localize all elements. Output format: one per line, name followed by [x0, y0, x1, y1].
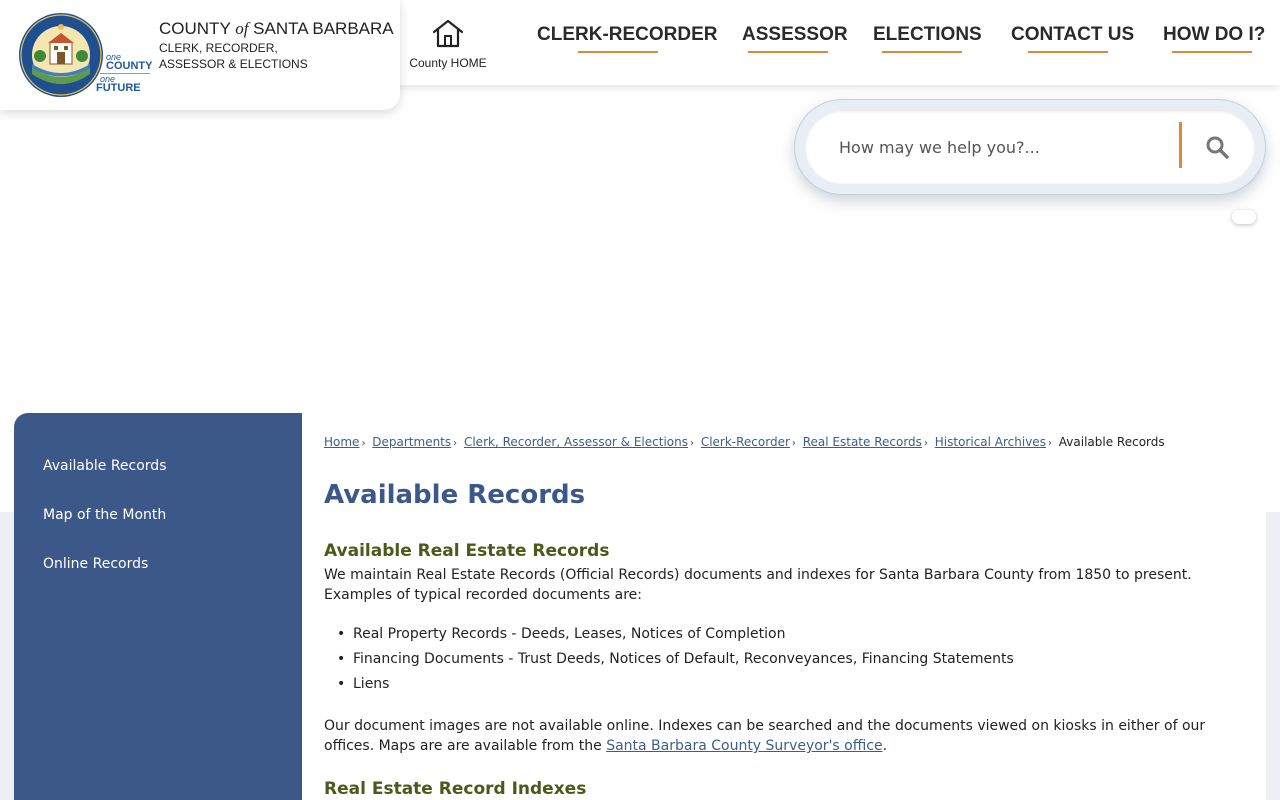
sidebar-item-available-records[interactable]: Available Records [43, 458, 166, 474]
nav-label: HOW DO I? [1163, 24, 1266, 45]
breadcrumb: Home › Departments › Clerk, Recorder, Asse… [324, 435, 1165, 449]
org-subtitle-line: CLERK, RECORDER, [159, 41, 278, 55]
nav-contact-us[interactable]: CONTACT US [1011, 24, 1135, 53]
nav-underline [1028, 51, 1108, 53]
nav-underline [578, 51, 658, 53]
breadcrumb-link-historical-archives[interactable]: Historical Archives [935, 435, 1046, 449]
search-button[interactable] [1197, 127, 1237, 167]
page-title: Available Records [324, 480, 586, 510]
content-card: Available Records Map of the Month Onlin… [14, 413, 1266, 800]
nav-label: CLERK-RECORDER [537, 24, 718, 45]
search-box [805, 110, 1255, 184]
sidebar-item-map-of-the-month[interactable]: Map of the Month [43, 507, 166, 523]
breadcrumb-separator-icon: › [361, 438, 366, 449]
nav-how-do-i[interactable]: HOW DO I? [1163, 24, 1266, 53]
breadcrumb-current: Available Records [1058, 435, 1165, 449]
search-input[interactable] [839, 132, 1169, 162]
nav-assessor[interactable]: ASSESSOR [742, 24, 848, 53]
tagline-county: COUNTY [106, 60, 153, 72]
sidebar: Available Records Map of the Month Onlin… [14, 413, 302, 800]
breadcrumb-link-departments[interactable]: Departments [372, 435, 451, 449]
org-title-of: of [235, 19, 249, 38]
search-icon [1206, 136, 1229, 159]
document-types-list: Real Property Records - Deeds, Leases, N… [337, 624, 1014, 699]
surveyor-office-link[interactable]: Santa Barbara County Surveyor's office [606, 738, 882, 754]
county-seal-icon [19, 13, 103, 97]
org-subtitle: CLERK, RECORDER, ASSESSOR & ELECTIONS [159, 40, 359, 72]
section-heading-real-estate-record-indexes: Real Estate Record Indexes [324, 779, 587, 799]
site-search [794, 99, 1266, 195]
list-item: Liens [337, 674, 1014, 699]
list-item: Real Property Records - Deeds, Leases, N… [337, 624, 1014, 649]
nav-label: CONTACT US [1011, 24, 1135, 45]
breadcrumb-separator-icon: › [791, 438, 796, 449]
breadcrumb-link-real-estate-records[interactable]: Real Estate Records [803, 435, 922, 449]
breadcrumb-separator-icon: › [1047, 438, 1052, 449]
availability-text-end: . [882, 738, 888, 754]
sidebar-item-online-records[interactable]: Online Records [43, 556, 148, 572]
nav-underline [1172, 51, 1252, 53]
nav-label: ASSESSOR [742, 24, 848, 45]
nav-elections[interactable]: ELECTIONS [873, 24, 982, 53]
sidebar-item-label: Online Records [43, 556, 149, 572]
breadcrumb-separator-icon: › [689, 438, 694, 449]
breadcrumb-link-home[interactable]: Home [324, 435, 359, 449]
main-content: Home › Departments › Clerk, Recorder, Asse… [324, 413, 1244, 800]
breadcrumb-link-clerk-recorder-assessor-elections[interactable]: Clerk, Recorder, Assessor & Elections [464, 435, 688, 449]
search-divider [1179, 122, 1182, 168]
list-item: Financing Documents - Trust Deeds, Notic… [337, 649, 1014, 674]
breadcrumb-separator-icon: › [453, 438, 458, 449]
tagline-future: FUTURE [96, 82, 141, 94]
org-subtitle-line: ASSESSOR & ELECTIONS [159, 57, 308, 71]
site-logo-card[interactable]: one COUNTY one FUTURE COUNTY of SANTA BA… [0, 0, 400, 110]
nav-underline [882, 51, 962, 53]
org-title-county: COUNTY [159, 19, 236, 38]
org-title-santa-barbara: SANTA BARBARA [248, 19, 394, 38]
availability-paragraph: Our document images are not available on… [324, 716, 1224, 756]
breadcrumb-link-clerk-recorder[interactable]: Clerk-Recorder [701, 435, 790, 449]
sidebar-item-label: Available Records [43, 458, 167, 474]
one-county-one-future-tagline: one COUNTY one FUTURE [96, 52, 152, 96]
sidebar-item-label: Map of the Month [43, 507, 167, 523]
house-icon [432, 19, 464, 48]
nav-underline [748, 51, 828, 53]
toggle-pill[interactable] [1232, 210, 1256, 224]
nav-clerk-recorder[interactable]: CLERK-RECORDER [537, 24, 718, 53]
nav-label: ELECTIONS [873, 24, 982, 45]
org-title: COUNTY of SANTA BARBARA [159, 19, 394, 39]
breadcrumb-separator-icon: › [923, 438, 928, 449]
county-home-label: County HOME [409, 56, 487, 70]
county-home-link[interactable]: County HOME [405, 18, 491, 78]
section-heading-available-real-estate-records: Available Real Estate Records [324, 541, 610, 561]
intro-paragraph: We maintain Real Estate Records (Officia… [324, 567, 1192, 603]
